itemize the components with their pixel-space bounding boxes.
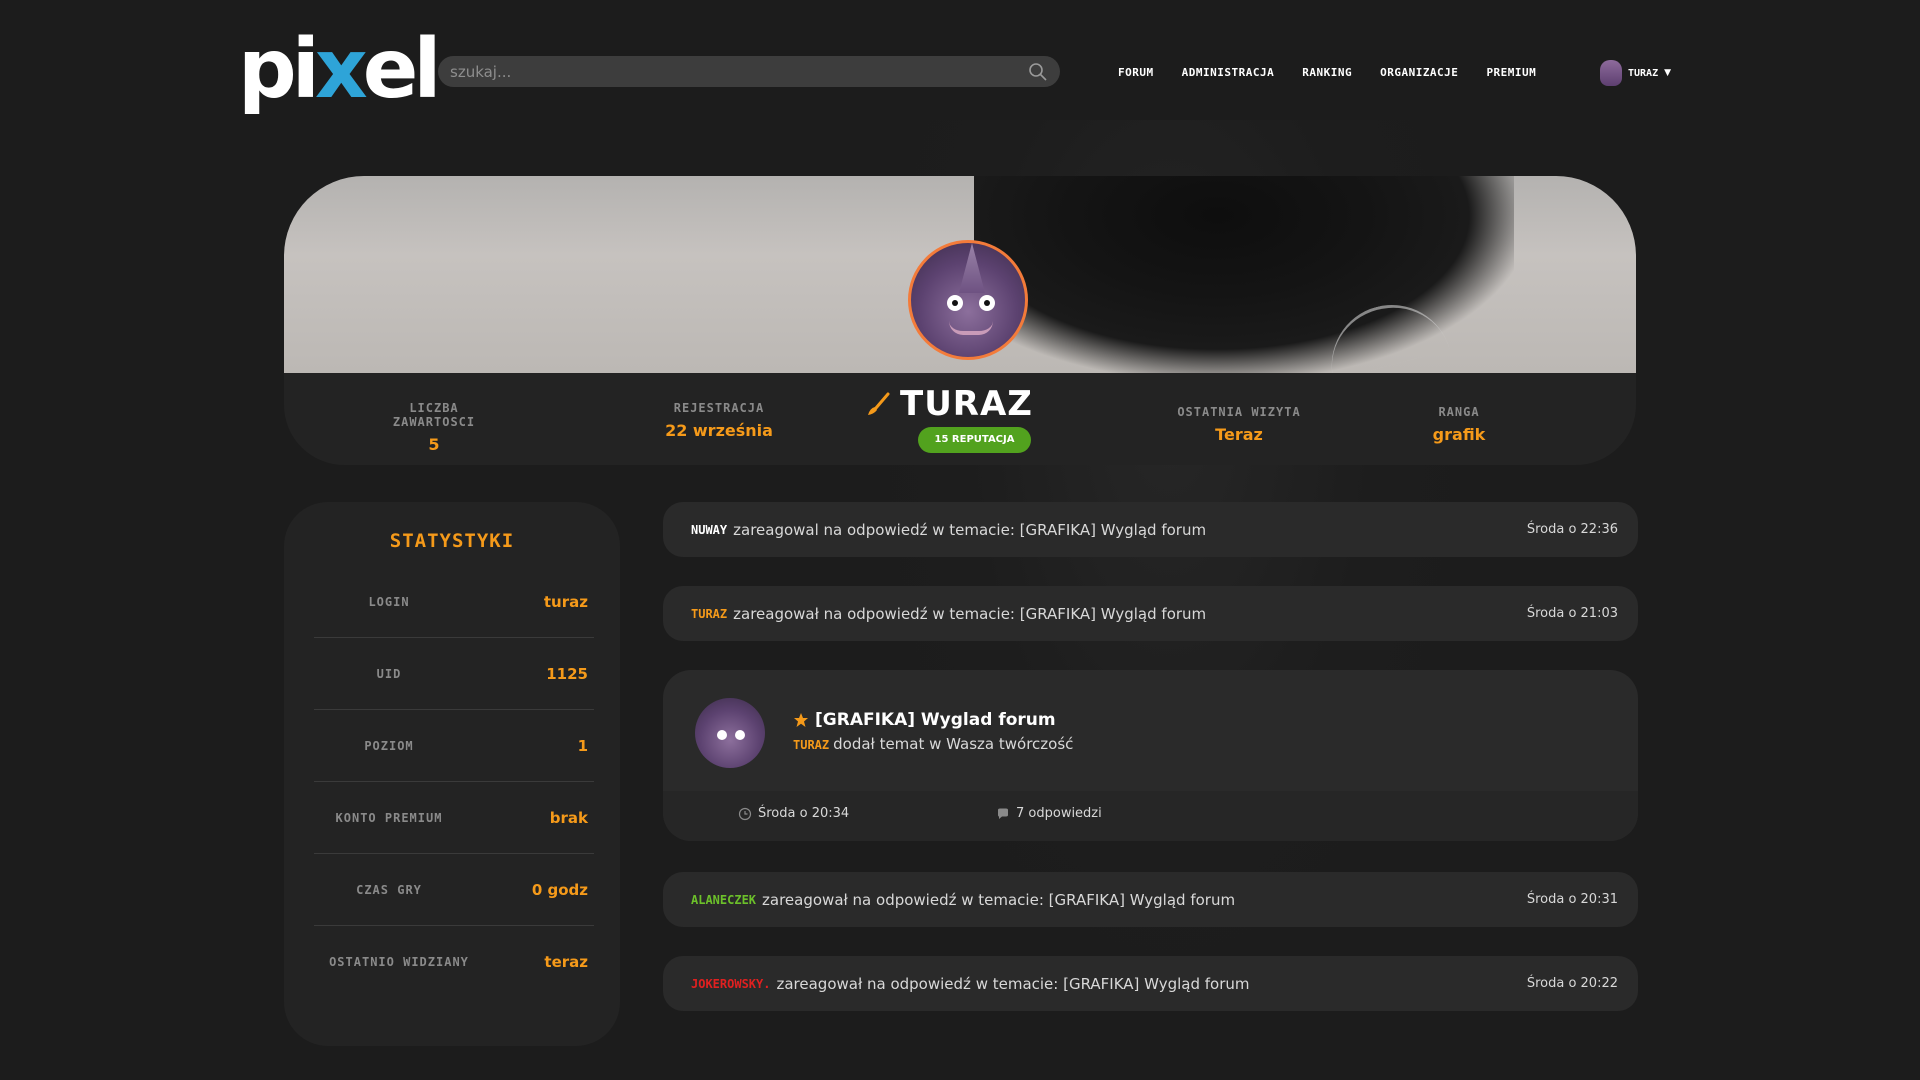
comment-icon [998,808,1008,819]
logo-text-x: x [314,22,368,117]
stat-value: 5 [428,435,440,454]
activity-time: Środa o 21:03 [1526,606,1618,621]
stat-content-count: LICZBA ZAWARTOSCI 5 [374,401,494,454]
stat-value: teraz [544,953,588,971]
stat-value: 22 września [665,421,773,440]
stat-row-level: POZIOM 1 [314,710,594,782]
stat-value: turaz [543,592,588,611]
nav-organizacje[interactable]: ORGANIZACJE [1380,66,1458,79]
stat-value: grafik [1432,425,1486,444]
logo-text-b: el [362,22,442,117]
topic-time: Środa o 20:34 [738,806,849,821]
topic-time-text: Środa o 20:34 [758,806,850,821]
topic-card[interactable]: [GRAFIKA] Wyglad forum TURAZ dodał temat … [663,670,1638,841]
stat-key: OSTATNIO WIDZIANY [329,955,469,969]
nav-ranking[interactable]: RANKING [1302,66,1352,79]
stat-value: 1 [577,736,588,755]
topic-title-text: [GRAFIKA] Wyglad forum [815,710,1056,730]
activity-time: Środa o 20:22 [1526,976,1618,991]
stat-label: OSTATNIA WIZYTA [1177,405,1301,419]
stat-key: LOGIN [368,594,410,609]
chevron-down-icon: ▼ [1664,68,1672,78]
clock-icon [738,807,752,820]
stat-rank: RANGA grafik [1394,405,1524,444]
avatar [1600,60,1622,86]
avatar-hat [959,243,985,293]
avatar[interactable] [695,698,765,768]
activity-time: Środa o 20:31 [1526,892,1618,907]
avatar-eye [717,730,727,740]
stat-value: brak [549,808,588,827]
avatar-eye [735,730,745,740]
stat-key: KONTO PREMIUM [335,810,443,825]
topic-title[interactable]: [GRAFIKA] Wyglad forum [793,710,1056,730]
star-icon [794,713,808,727]
main-nav: FORUM ADMINISTRACJA RANKING ORGANIZACJE … [1118,66,1564,79]
stat-value: 0 godz [531,880,588,899]
topic-replies[interactable]: 7 odpowiedzi [996,806,1102,821]
stat-row-login: LOGIN turaz [314,566,594,638]
stat-key: UID [376,666,402,681]
stat-label: RANGA [1438,405,1480,419]
topic-author[interactable]: TURAZ [793,738,829,752]
profile-avatar[interactable] [908,240,1028,360]
avatar-eye [979,295,995,311]
activity-user[interactable]: NUWAY [691,523,727,537]
profile-username: TURAZ [864,384,1033,424]
stat-registration: REJESTRACJA 22 września [644,401,794,440]
topic-replies-text: 7 odpowiedzi [1016,806,1102,821]
activity-text: zareagował na odpowiedź w temacie: [GRAF… [776,974,1250,993]
avatar-mouth [949,321,993,335]
stat-row-uid: UID 1125 [314,638,594,710]
stat-key: CZAS GRY [356,882,422,897]
logo-text-a: pi [238,22,320,117]
nav-premium[interactable]: PREMIUM [1486,66,1536,79]
topic-subtitle: TURAZ dodał temat w Wasza twórczość [793,735,1073,753]
site-logo[interactable]: pixel [238,29,441,111]
stat-key: POZIOM [364,738,414,753]
activity-user[interactable]: ALANECZEK [691,893,756,907]
activity-text: zareagował na odpowiedź w temacie: [GRAF… [733,604,1207,623]
activity-user[interactable]: TURAZ [691,607,727,621]
nav-administracja[interactable]: ADMINISTRACJA [1182,66,1275,79]
sidebar-title: STATYSTYKI [389,530,515,552]
stat-value: Teraz [1215,425,1263,444]
username-text: TURAZ [900,384,1033,424]
activity-item[interactable]: ALANECZEK zareagował na odpowiedź w tema… [663,872,1638,927]
activity-user[interactable]: JOKEROWSKY. [691,977,770,991]
activity-item[interactable]: JOKEROWSKY. zareagował na odpowiedź w te… [663,956,1638,1011]
stat-value: 1125 [546,664,588,683]
stat-row-last-seen: OSTATNIO WIDZIANY teraz [314,926,594,998]
search-input[interactable] [450,62,1028,81]
search-icon[interactable] [1028,62,1048,82]
stat-last-visit: OSTATNIA WIZYTA Teraz [1164,405,1314,444]
stats-sidebar: STATYSTYKI LOGIN turaz UID 1125 POZIOM 1… [284,502,620,1046]
activity-text: zareagował na odpowiedź w temacie: [GRAF… [762,890,1236,909]
user-menu-name: TURAZ [1628,67,1659,79]
stat-row-playtime: CZAS GRY 0 godz [314,854,594,926]
stat-row-premium: KONTO PREMIUM brak [314,782,594,854]
stat-label: LICZBA ZAWARTOSCI [392,401,476,429]
activity-item[interactable]: NUWAY zareagowal na odpowiedź w temacie:… [663,502,1638,557]
stat-label: REJESTRACJA [673,401,765,415]
nav-forum[interactable]: FORUM [1118,66,1154,79]
activity-time: Środa o 22:36 [1526,522,1618,537]
reputation-badge: 15 REPUTACJA [918,427,1031,453]
avatar-eye [947,295,963,311]
activity-item[interactable]: TURAZ zareagował na odpowiedź w temacie:… [663,586,1638,641]
activity-text: zareagowal na odpowiedź w temacie: [GRAF… [733,520,1207,539]
user-menu[interactable]: TURAZ ▼ [1600,60,1671,86]
search-bar [438,56,1060,87]
topic-subtitle-text: dodał temat w Wasza twórczość [833,735,1074,753]
paintbrush-icon [868,392,890,415]
